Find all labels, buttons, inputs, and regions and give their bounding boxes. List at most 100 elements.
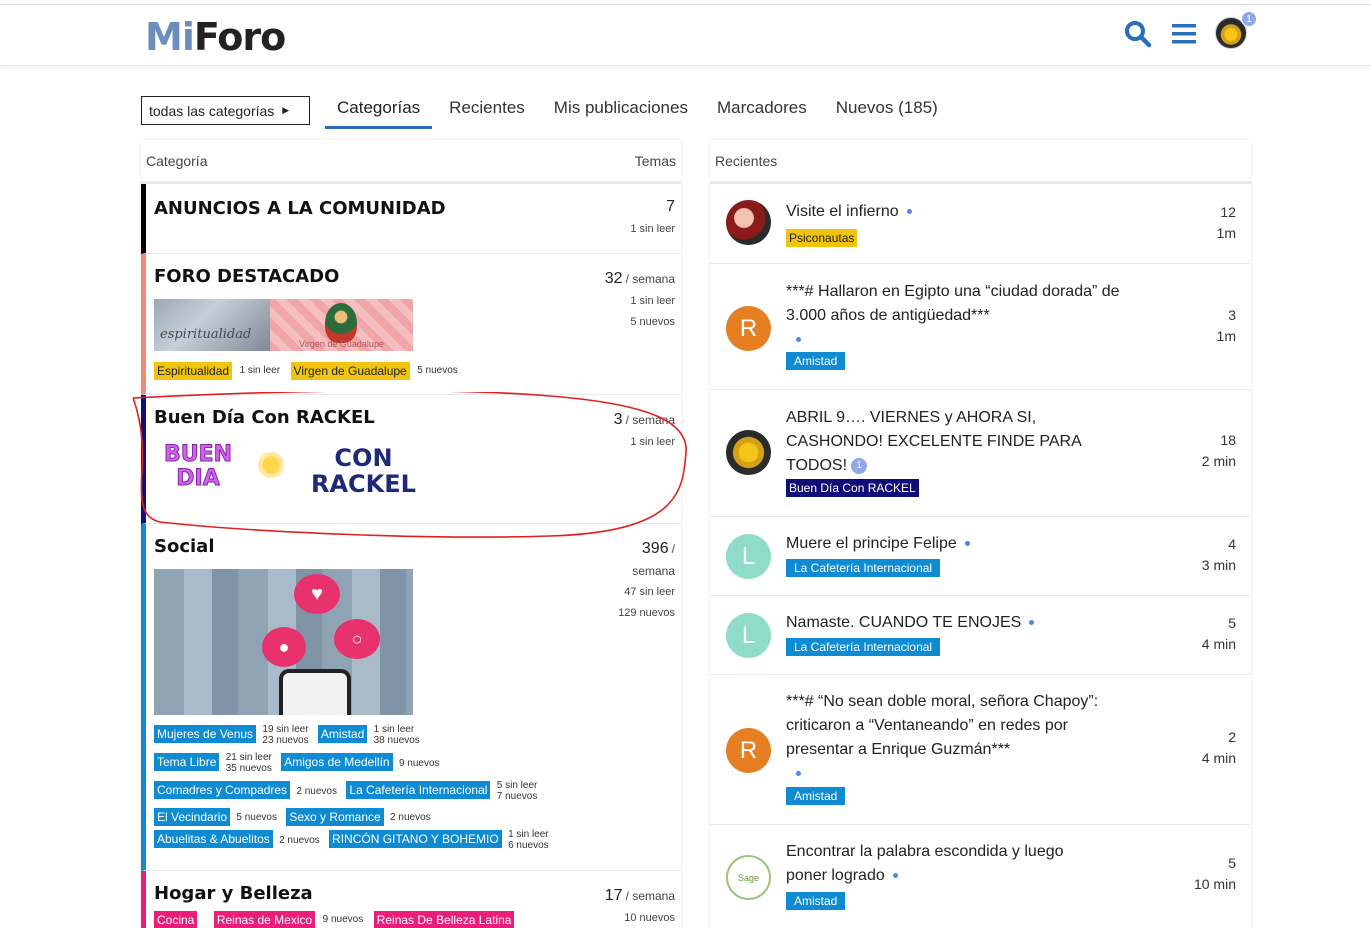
topic-title[interactable]: ***# “No sean doble moral, señora Chapoy… [786,690,1116,786]
subcategory-meta: 2 nuevos [296,785,337,797]
unread-count[interactable]: 1 sin leer [630,219,675,240]
unread-badge[interactable]: 1 [851,457,868,474]
reply-count[interactable]: 5 [1194,853,1236,874]
subcategory-espiritualidad[interactable]: Espiritualidad [154,362,233,380]
new-count[interactable]: 10 nuevos [605,908,675,928]
avatar-letter: Sage [737,872,760,883]
subcategory-reinas-belleza-latina[interactable]: Reinas De Belleza Latina [373,911,515,928]
reply-count[interactable]: 12 [1217,202,1236,223]
subcategory-mujeres-venus[interactable]: Mujeres de Venus [154,725,257,744]
topic-avatar[interactable]: L [726,534,771,579]
topic-avatar[interactable]: R [726,728,771,773]
unread-count[interactable]: 47 sin leer [618,582,675,603]
topic-count: 7 [666,198,675,215]
tab-marcadores[interactable]: Marcadores [705,92,819,129]
subcategory-meta: 1 sin leer 38 nuevos [374,724,420,746]
reply-count[interactable]: 4 [1202,534,1236,555]
subcategory-comadres-compadres[interactable]: Comadres y Compadres [154,781,291,800]
topic-title[interactable]: Visite el infierno [786,200,1126,224]
topic-title-text: ***# Hallaron en Egipto una “ciudad dora… [786,283,1120,324]
reply-count[interactable]: 3 [1217,305,1236,326]
site-header: MiForo 1 [0,4,1371,66]
tab-nuevos[interactable]: Nuevos (185) [824,92,950,129]
subcategory-abuelitas-abuelitos[interactable]: Abuelitas & Abuelitos [154,830,273,849]
meta-new: 6 nuevos [508,840,549,851]
new-dot-icon [964,541,970,547]
activity-age[interactable]: 4 min [1202,634,1236,655]
subcategory-sexo-romance[interactable]: Sexo y Romance [286,808,384,826]
subcategory-list: Espiritualidad 1 sin leer Virgen de Guad… [154,362,458,380]
subcategory-virgen-guadalupe[interactable]: Virgen de Guadalupe [290,362,410,380]
subcategory-el-vecindario[interactable]: El Vecindario [154,808,231,826]
topic-category-badge[interactable]: La Cafetería Internacional [786,559,941,577]
activity-age[interactable]: 1m [1217,326,1236,347]
category-stats: 32 / semana 1 sin leer 5 nuevos [605,268,675,333]
tab-recientes[interactable]: Recientes [437,92,537,129]
category-name[interactable]: FORO DESTACADO [154,266,339,287]
topic-title[interactable]: ABRIL 9…. VIERNES y AHORA SI, CASHONDO! … [786,406,1096,478]
topic-avatar[interactable]: R [726,306,771,351]
topic-category-badge[interactable]: Amistad [786,892,846,910]
subcategory-rincon-gitano[interactable]: RINCÓN GITANO Y BOHEMIO [329,830,502,849]
category-name[interactable]: ANUNCIOS A LA COMUNIDAD [154,198,446,219]
logo-text: RACKEL [311,470,416,498]
category-stats: 396 / semana 47 sin leer 129 nuevos [618,538,675,624]
topic-category-badge[interactable]: Buen Día Con RACKEL [786,479,919,497]
search-icon[interactable] [1123,19,1153,49]
subcategory-reinas-mexico[interactable]: Reinas de Mexico [213,911,316,928]
topic-stats: 12 1m [1217,202,1236,244]
subcategory-meta: 5 nuevos [417,365,458,377]
activity-age[interactable]: 10 min [1194,874,1236,895]
subcategory-amigos-medellin[interactable]: Amigos de Medellín [281,753,393,772]
subcategory-cafeteria-internacional[interactable]: La Cafetería Internacional [346,781,491,800]
category-stats: 3 / semana 1 sin leer [614,409,675,453]
topic-title[interactable]: Muere el principe Felipe [786,532,1126,556]
hamburger-menu-icon[interactable] [1169,19,1199,49]
column-category-header: Categoría [146,152,208,169]
topic-category-badge[interactable]: Amistad [786,352,846,370]
reply-count[interactable]: 5 [1202,613,1236,634]
categories-dropdown-label: todas las categorías [149,102,275,119]
activity-age[interactable]: 4 min [1202,748,1236,769]
logo-text: BUEN [163,442,233,467]
unread-count[interactable]: 1 sin leer [614,432,675,453]
activity-age[interactable]: 1m [1217,223,1236,244]
tab-categorias[interactable]: Categorías [325,92,433,129]
activity-age[interactable]: 3 min [1202,555,1236,576]
subcategory-meta: 5 nuevos [236,812,277,824]
topic-avatar[interactable]: Sage [726,855,771,900]
topic-avatar[interactable]: L [726,613,771,658]
reply-count[interactable]: 2 [1202,727,1236,748]
category-name[interactable]: Buen Día Con RACKEL [154,407,375,428]
subcategory-cocina[interactable]: Cocina [154,911,198,928]
category-stats: 7 1 sin leer [630,196,675,240]
activity-age[interactable]: 2 min [1202,451,1236,472]
unread-count[interactable]: 1 sin leer [605,291,675,312]
topic-avatar[interactable] [726,200,771,245]
meta-unread: 21 sin leer [225,752,272,763]
topic-category-badge[interactable]: Psiconautas [786,229,858,247]
subcategory-meta: 9 nuevos [398,757,440,769]
logo-text: CON [334,444,393,472]
user-avatar[interactable]: 1 [1215,11,1257,51]
subcategory-meta: 2 nuevos [279,834,320,846]
new-count[interactable]: 129 nuevos [618,603,675,624]
new-count[interactable]: 5 nuevos [605,312,675,333]
topic-category-badge[interactable]: Amistad [786,787,846,805]
subcategory-amistad[interactable]: Amistad [317,725,368,744]
category-name[interactable]: Social [154,536,215,557]
site-logo[interactable]: MiForo [145,15,286,59]
meta-unread: 1 sin leer [508,829,549,840]
topic-title[interactable]: Encontrar la palabra escondida y luego p… [786,840,1106,888]
categories-dropdown[interactable]: todas las categorías ▶ [141,96,310,125]
tab-mis-publicaciones[interactable]: Mis publicaciones [542,92,700,129]
navigation-bar: todas las categorías ▶ Categorías Recien… [141,92,955,129]
topic-row: Visite el infierno Psiconautas 12 1m [710,184,1251,264]
topic-avatar[interactable] [726,430,771,475]
subcategory-tema-libre[interactable]: Tema Libre [154,753,220,772]
category-name[interactable]: Hogar y Belleza [154,883,313,904]
reply-count[interactable]: 18 [1202,430,1236,451]
topic-category-badge[interactable]: La Cafetería Internacional [786,638,941,656]
topic-title[interactable]: ***# Hallaron en Egipto una “ciudad dora… [786,280,1126,352]
topic-title[interactable]: Namaste. CUANDO TE ENOJES [786,611,1126,635]
